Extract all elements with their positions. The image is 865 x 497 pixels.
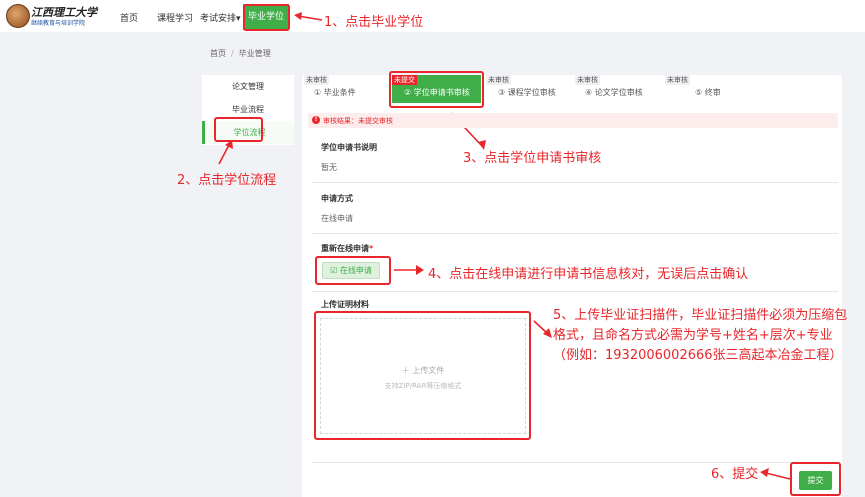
step-label: ⑤ 终审 (695, 88, 721, 97)
step-course-degree-review[interactable]: 未审核 ③ 课程学位审核 (486, 75, 570, 103)
annotation-2: 2、点击学位流程 (177, 173, 277, 188)
top-navbar: 江西理工大学 继续教育与培训学院 首页 课程学习 考试安排▾ 毕业学位 (0, 0, 865, 32)
alert-text: 审核结果：未提交审核 (323, 117, 393, 125)
step-label: ① 毕业条件 (314, 88, 356, 97)
nav-courses[interactable]: 课程学习 (157, 11, 193, 24)
annotation-3: 3、点击学位申请书审核 (463, 151, 602, 166)
breadcrumb-separator: / (231, 49, 234, 58)
annotation-5: 5、上传毕业证扫描件，毕业证扫描件必须为压缩包 格式，且命名方式必需为学号+姓名… (553, 306, 853, 366)
university-seal-icon (6, 4, 30, 28)
highlight-box-submit (790, 462, 841, 496)
annotation-6: 6、提交 (711, 467, 759, 482)
chevron-down-icon: ▾ (236, 14, 241, 24)
breadcrumb-current: 毕业管理 (238, 49, 271, 58)
step-label: ③ 课程学位审核 (498, 88, 556, 97)
highlight-box-degree-application (389, 71, 484, 108)
highlight-box-graduation (243, 4, 290, 31)
reapply-title-text: 重新在线申请 (321, 244, 369, 253)
nav-exams-label: 考试安排 (200, 14, 237, 24)
university-logo[interactable]: 江西理工大学 继续教育与培训学院 (6, 4, 97, 30)
step-thesis-degree-review[interactable]: 未审核 ④ 论文学位审核 (575, 75, 659, 103)
annotation-4: 4、点击在线申请进行申请书信息核对，无误后点击确认 (428, 267, 749, 282)
divider (312, 462, 838, 463)
section-value-explanation: 暂无 (321, 163, 337, 172)
step-graduation-conditions[interactable]: 未审核 ① 毕业条件 (304, 75, 386, 103)
divider (312, 233, 838, 234)
step-status-tag: 未审核 (304, 75, 329, 85)
sidebar-item-thesis[interactable]: 论文管理 (202, 75, 294, 98)
annotation-5-line-2: 格式，且命名方式必需为学号+姓名+层次+专业 (553, 328, 833, 343)
arrow-annotation-2 (218, 140, 233, 165)
divider (312, 182, 838, 183)
review-result-alert: ! 审核结果：未提交审核 (308, 113, 838, 128)
step-status-tag: 未审核 (486, 75, 511, 85)
section-title-method: 申请方式 (321, 194, 353, 203)
step-status-tag: 未审核 (575, 75, 600, 85)
arrow-annotation-6 (760, 468, 791, 480)
section-title-upload: 上传证明材料 (321, 300, 369, 309)
breadcrumb: 首页 / 毕业管理 (210, 48, 271, 59)
nav-exams[interactable]: 考试安排▾ (200, 11, 241, 24)
step-status-tag: 未审核 (665, 75, 690, 85)
highlight-box-upload (314, 311, 531, 440)
step-label: ④ 论文学位审核 (585, 88, 643, 97)
breadcrumb-home[interactable]: 首页 (210, 49, 226, 58)
highlight-box-online-apply (315, 256, 391, 285)
annotation-5-line-1: 5、上传毕业证扫描件，毕业证扫描件必须为压缩包 (553, 308, 848, 323)
arrow-annotation-5 (533, 320, 552, 338)
section-value-method: 在线申请 (321, 214, 353, 223)
section-title-reapply: 重新在线申请* (321, 243, 373, 254)
section-title-explanation: 学位申请书说明 (321, 143, 377, 152)
highlight-box-degree-process (214, 117, 263, 142)
logo-subtitle: 继续教育与培训学院 (31, 20, 86, 27)
arrow-annotation-1 (294, 12, 323, 21)
required-marker: * (369, 244, 374, 253)
alert-icon: ! (312, 116, 320, 124)
annotation-5-line-3: （例如：1932006002666张三高起本冶金工程） (553, 348, 843, 363)
divider (312, 291, 838, 292)
nav-home[interactable]: 首页 (120, 11, 138, 24)
arrow-annotation-4 (394, 265, 424, 275)
step-final-review[interactable]: 未审核 ⑤ 终审 (665, 75, 749, 103)
annotation-1: 1、点击毕业学位 (324, 15, 424, 30)
